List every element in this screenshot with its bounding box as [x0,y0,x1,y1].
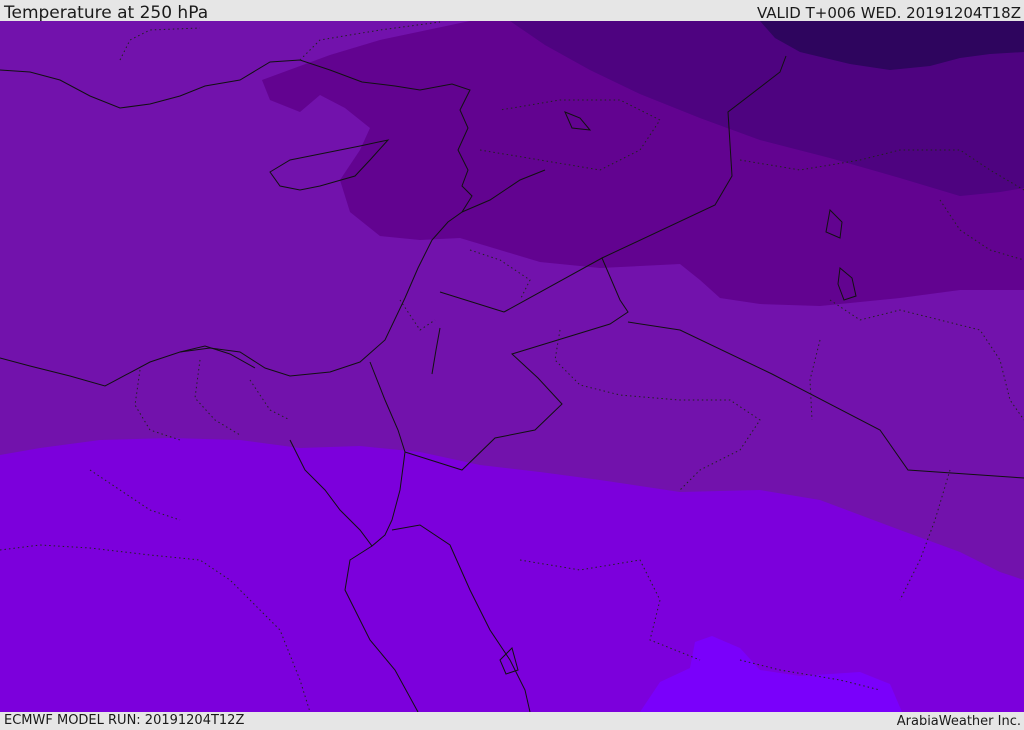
brand-label: ArabiaWeather Inc. [896,714,1021,729]
footer-bar: ECMWF MODEL RUN: 20191204T12Z ArabiaWeat… [0,712,1024,729]
model-run-label: ECMWF MODEL RUN: 20191204T12Z [4,713,245,728]
map-title: Temperature at 250 hPa [4,3,209,23]
header-bar: Temperature at 250 hPa VALID T+006 WED. … [0,0,1024,23]
temperature-map[interactable] [0,21,1024,712]
valid-time: VALID T+006 WED. 20191204T18Z [756,4,1021,22]
